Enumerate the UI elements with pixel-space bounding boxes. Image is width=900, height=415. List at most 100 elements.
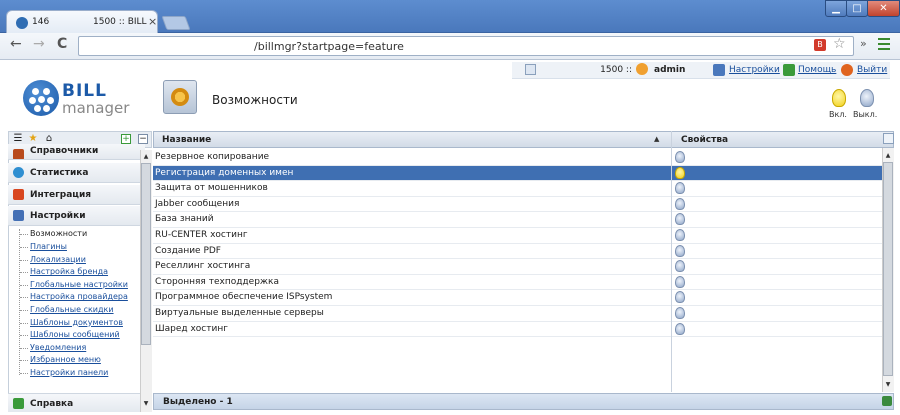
sidebar-scroll-up-icon[interactable]: ▲ (141, 152, 151, 162)
table-row[interactable]: Регистрация доменных имен (153, 165, 882, 182)
sidebar-section-help[interactable]: Справка (8, 393, 140, 412)
collapse-all-button[interactable]: − (138, 134, 148, 144)
disabled-bulb-icon (675, 151, 685, 163)
feature-name: Сторонняя техподдержка (155, 276, 279, 287)
username: admin (654, 65, 686, 75)
export-excel-icon[interactable] (882, 396, 892, 406)
feature-name: Jabber сообщения (155, 198, 240, 209)
extension-icon[interactable]: B (814, 39, 826, 51)
table-settings-icon[interactable] (883, 133, 894, 144)
sidebar-scroll-down-icon[interactable]: ▼ (141, 399, 151, 409)
sidebar-subitem[interactable]: Глобальные настройки (20, 280, 128, 289)
table-row[interactable]: Создание PDF (153, 244, 882, 260)
settings-link[interactable]: Настройки (729, 65, 780, 75)
sidebar-subitem[interactable]: Локализации (20, 255, 86, 264)
more-extensions-icon[interactable]: » (860, 37, 867, 50)
disabled-bulb-icon (675, 213, 685, 226)
help-link[interactable]: Помощь (798, 65, 836, 75)
sidebar-section-references[interactable]: Справочники (8, 144, 145, 160)
window-close-button[interactable]: ✕ (867, 0, 900, 17)
sidebar-subitem[interactable]: Настройка бренда (20, 267, 108, 276)
column-header-name[interactable]: Название (162, 135, 211, 145)
tab-favicon-icon (16, 17, 28, 29)
table-scroll-down-icon[interactable]: ▼ (883, 380, 893, 390)
disabled-bulb-icon (675, 275, 685, 288)
reload-icon[interactable]: C (57, 36, 67, 52)
address-text: /billmgr?startpage=feature (254, 40, 404, 53)
sidebar-scroll-thumb[interactable] (141, 163, 151, 345)
expand-all-button[interactable]: + (121, 134, 131, 144)
disabled-bulb-icon (675, 291, 685, 304)
disabled-bulb-icon (675, 229, 685, 241)
sidebar-subitem[interactable]: Избранное меню (20, 355, 101, 364)
sidebar-section-label: Справочники (30, 146, 99, 156)
enable-bulb-icon[interactable] (832, 89, 846, 107)
table-row[interactable]: Шаред хостинг (153, 322, 882, 338)
forward-arrow-icon[interactable]: → (33, 36, 45, 52)
table-row[interactable]: Программное обеспечение ISPsystem (153, 290, 882, 306)
sidebar-subitem[interactable]: Уведомления (20, 343, 86, 352)
sidebar-section-statistics[interactable]: Статистика (8, 163, 145, 183)
column-header-properties[interactable]: Свойства (681, 135, 728, 145)
sidebar-section-settings[interactable]: Настройки (8, 206, 145, 226)
logout-link[interactable]: Выйти (857, 65, 887, 75)
table-scroll-up-icon[interactable]: ▲ (883, 151, 893, 161)
disabled-bulb-icon (675, 244, 685, 257)
user-icon (636, 63, 648, 75)
sidebar-subitem[interactable]: Настройка провайдера (20, 292, 128, 301)
table-scroll-thumb[interactable] (883, 162, 893, 376)
table-row[interactable]: RU-CENTER хостинг (153, 228, 882, 244)
sidebar-subitem[interactable]: Глобальные скидки (20, 305, 114, 314)
feature-name: RU-CENTER хостинг (155, 230, 248, 240)
settings-section-icon (13, 210, 24, 221)
table-row[interactable]: База знаний (153, 212, 882, 228)
selection-count: Выделено - 1 (163, 397, 233, 407)
settings-icon (713, 64, 725, 76)
table-row[interactable]: Сторонняя техподдержка (153, 275, 882, 291)
references-icon (13, 149, 24, 159)
sidebar-section-integration[interactable]: Интеграция (8, 185, 145, 205)
table-row[interactable]: Резервное копирование (153, 150, 882, 166)
calculator-icon[interactable] (525, 64, 536, 75)
feature-name: Регистрация доменных имен (155, 167, 294, 178)
feature-name: Виртуальные выделенные серверы (155, 308, 324, 318)
table-row[interactable]: Реселлинг хостинга (153, 259, 882, 275)
table-row[interactable]: Защита от мошенников (153, 181, 882, 197)
disabled-bulb-icon (675, 260, 685, 273)
sort-asc-icon[interactable]: ▲ (654, 135, 659, 143)
logout-icon (841, 64, 853, 76)
browser-menu-icon[interactable] (878, 38, 890, 50)
new-tab-button[interactable] (161, 16, 191, 30)
table-row[interactable]: Виртуальные выделенные серверы (153, 306, 882, 322)
statistics-icon (13, 167, 24, 178)
help-icon (783, 64, 795, 76)
disable-bulb-icon[interactable] (860, 89, 874, 107)
window-maximize-button[interactable]: □ (846, 0, 868, 17)
sidebar-item-features[interactable]: Возможности (20, 229, 87, 238)
disable-button-label[interactable]: Выкл. (853, 110, 877, 119)
features-gear-icon (163, 80, 197, 114)
table-row[interactable]: Jabber сообщения (153, 197, 882, 213)
enabled-bulb-icon (675, 166, 685, 179)
integration-icon (13, 189, 24, 200)
tab-close-icon[interactable]: × (148, 15, 157, 28)
table-footer: Выделено - 1 (153, 393, 894, 410)
bookmark-star-icon[interactable]: ☆ (833, 36, 846, 52)
back-arrow-icon[interactable]: ← (10, 36, 22, 52)
tab-count: 146 (32, 17, 50, 27)
feature-name: Защита от мошенников (155, 183, 268, 194)
sidebar-subitem[interactable]: Шаблоны сообщений (20, 330, 120, 339)
sidebar-section-label: Статистика (30, 168, 89, 178)
sidebar-subitem[interactable]: Шаблоны документов (20, 318, 123, 327)
balance-display: 1500 :: (600, 65, 632, 75)
sidebar-subitem[interactable]: Плагины (20, 242, 67, 251)
window-minimize-button[interactable]: ▁ (825, 0, 847, 17)
feature-name: Реселлинг хостинга (155, 261, 251, 272)
disabled-bulb-icon (675, 322, 685, 335)
logo-subtext: manager (62, 99, 130, 117)
address-bar[interactable]: /billmgr?startpage=feature (78, 36, 854, 56)
enable-button-label[interactable]: Вкл. (829, 110, 847, 119)
browser-tab[interactable]: 146 1500 :: BILL × (6, 10, 158, 34)
feature-name: Резервное копирование (155, 152, 270, 162)
sidebar-subitem[interactable]: Настройки панели (20, 368, 108, 377)
